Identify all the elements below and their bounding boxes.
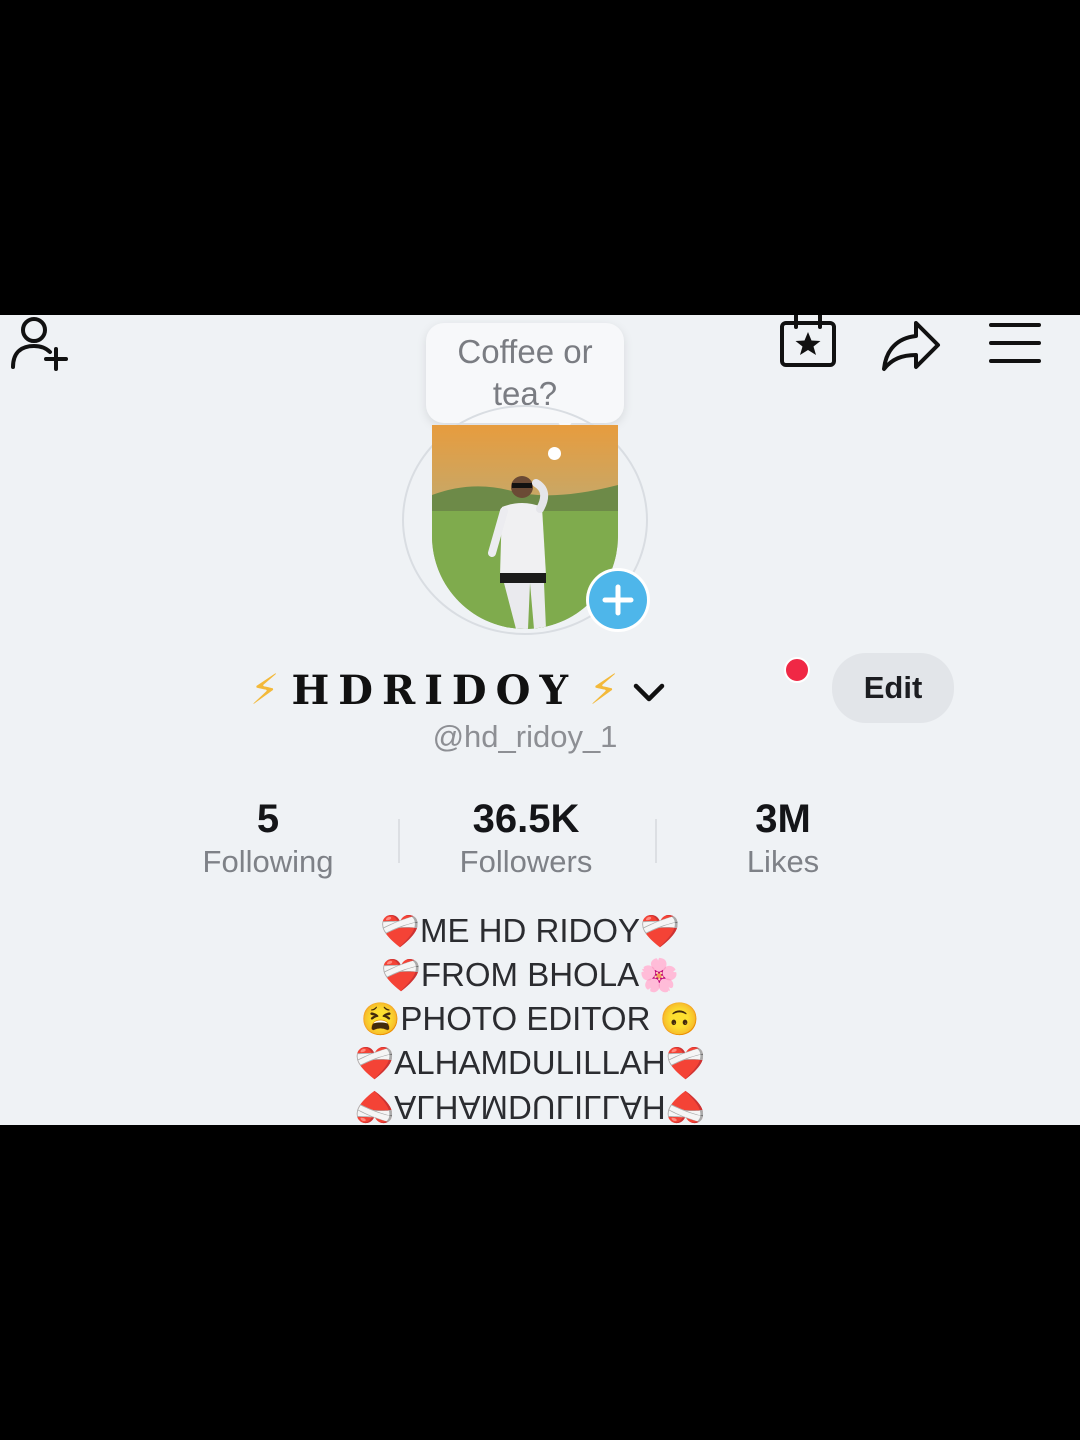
edit-profile-button[interactable]: Edit bbox=[832, 653, 954, 723]
share-arrow-icon[interactable] bbox=[880, 317, 942, 373]
likes-label: Likes bbox=[746, 844, 820, 879]
display-name: HDRIDOY bbox=[291, 666, 578, 714]
bio: ❤️‍🩹ME HD RIDOY❤️‍🩹 ❤️‍🩹FROM BHOLA🌸 😫PHO… bbox=[0, 909, 1060, 1125]
following-label: Following bbox=[202, 844, 334, 879]
mending-heart-emoji: ❤️‍🩹 bbox=[380, 913, 420, 949]
mending-heart-emoji: ❤️‍🩹 bbox=[354, 1045, 395, 1081]
likes-stat[interactable]: 3M Likes bbox=[673, 797, 893, 880]
flipped-bio-line: ❤️‍🩹ALHAMDULILLAH❤️‍🩹 bbox=[354, 1085, 705, 1125]
stat-divider bbox=[655, 819, 657, 863]
blossom-emoji: 🌸 bbox=[639, 957, 679, 993]
add-friend-icon[interactable] bbox=[8, 315, 72, 373]
calendar-star-icon[interactable] bbox=[779, 315, 837, 369]
tired-face-emoji: 😫 bbox=[360, 1001, 401, 1037]
followers-count: 36.5K bbox=[472, 797, 580, 841]
bio-line: ❤️‍🩹ALHAMDULILLAH❤️‍🩹 bbox=[0, 1041, 1060, 1085]
add-story-button[interactable] bbox=[586, 568, 650, 632]
bio-line: 😫PHOTO EDITOR 🙃 bbox=[0, 997, 1060, 1041]
likes-count: 3M bbox=[755, 797, 811, 841]
following-count: 5 bbox=[256, 797, 280, 841]
display-name-row[interactable]: ⚡ HDRIDOY ⚡ bbox=[250, 655, 667, 725]
mending-heart-emoji: ❤️‍🩹 bbox=[665, 1045, 706, 1081]
bio-text: ME HD RIDOY bbox=[419, 912, 640, 949]
notification-dot bbox=[784, 657, 810, 683]
mending-heart-emoji: ❤️‍🩹 bbox=[665, 1089, 706, 1125]
bio-line: ❤️‍🩹ME HD RIDOY❤️‍🩹 bbox=[0, 909, 1060, 953]
mending-heart-emoji: ❤️‍🩹 bbox=[354, 1089, 395, 1125]
bio-text: FROM BHOLA bbox=[420, 956, 640, 993]
mending-heart-emoji: ❤️‍🩹 bbox=[640, 913, 680, 949]
bio-line-flipped: ❤️‍🩹ALHAMDULILLAH❤️‍🩹 bbox=[0, 1085, 1060, 1125]
upside-down-face-emoji: 🙃 bbox=[659, 1001, 700, 1037]
stat-divider bbox=[398, 819, 400, 863]
plus-icon bbox=[589, 571, 647, 629]
mending-heart-emoji: ❤️‍🩹 bbox=[381, 957, 421, 993]
bio-line: ❤️‍🩹FROM BHOLA🌸 bbox=[0, 953, 1060, 997]
chevron-down-icon[interactable] bbox=[631, 670, 667, 710]
followers-label: Followers bbox=[459, 844, 593, 879]
username: @hd_ridoy_1 bbox=[432, 719, 618, 754]
profile-screen: Coffee or tea? ⚡ HDRIDOY ⚡ Edit @hd_rido… bbox=[0, 315, 1080, 1125]
note-bubble-dot bbox=[548, 447, 561, 460]
profile-note-text: Coffee or tea? bbox=[457, 333, 593, 412]
bio-text: PHOTO EDITOR bbox=[400, 1000, 660, 1037]
bio-text: ALHAMDULILLAH bbox=[394, 1044, 666, 1081]
following-stat[interactable]: 5 Following bbox=[158, 797, 378, 880]
bolt-emoji: ⚡ bbox=[250, 665, 280, 714]
bolt-emoji: ⚡ bbox=[589, 665, 619, 714]
followers-stat[interactable]: 36.5K Followers bbox=[416, 797, 636, 880]
hamburger-menu-icon[interactable] bbox=[988, 321, 1042, 365]
bio-text: ALHAMDULILLAH bbox=[394, 1089, 666, 1125]
